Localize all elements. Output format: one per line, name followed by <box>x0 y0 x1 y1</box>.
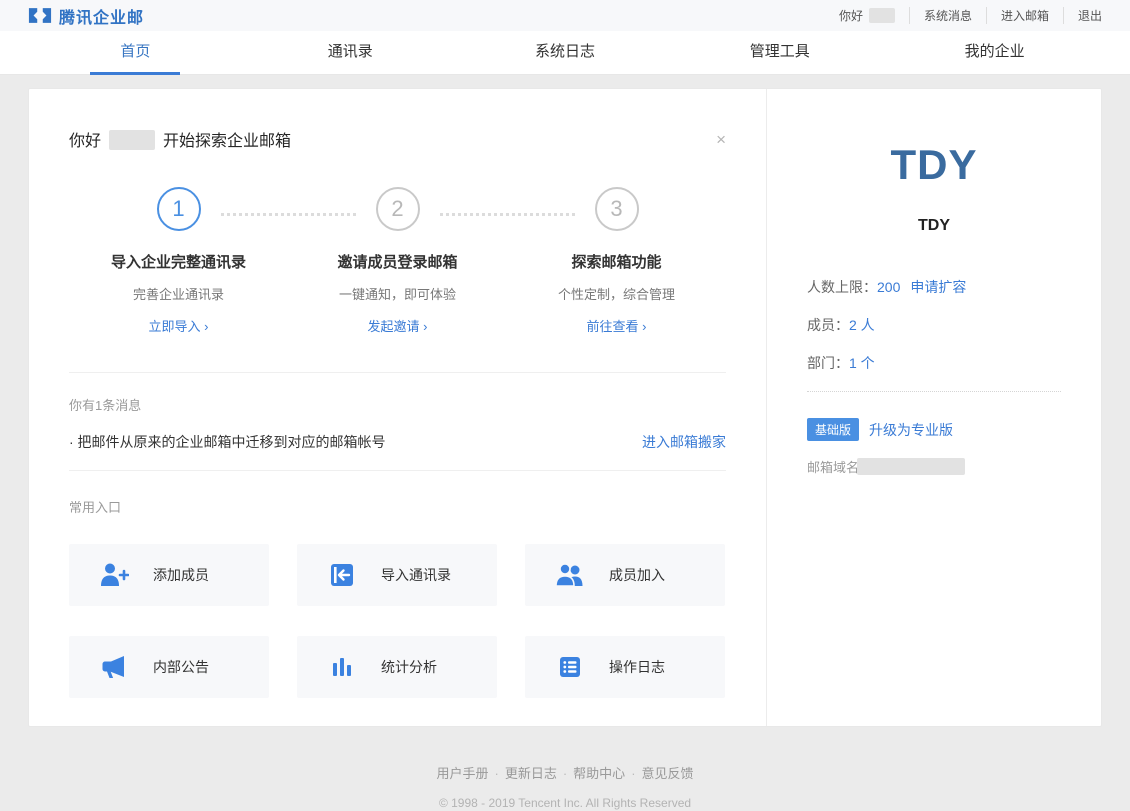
shortcut-label: 内部公告 <box>153 657 209 677</box>
message-row: · 把邮件从原来的企业邮箱中迁移到对应的邮箱帐号 进入邮箱搬家 <box>69 432 726 471</box>
tab-system-logs[interactable]: 系统日志 <box>458 31 673 75</box>
company-stats: 人数上限：200 申请扩容 成员：2 人 部门：1 个 <box>807 277 1061 373</box>
footer-separator: · <box>563 766 567 781</box>
tab-contacts[interactable]: 通讯录 <box>243 31 458 75</box>
system-messages-link[interactable]: 系统消息 <box>909 7 986 24</box>
shortcut-import-contacts[interactable]: 导入通讯录 <box>297 544 497 606</box>
request-expansion-link[interactable]: 申请扩容 <box>910 279 966 295</box>
company-name: TDY <box>807 217 1061 235</box>
step-subtitle: 一键通知，即可体验 <box>288 284 507 303</box>
welcome-title: 你好 开始探索企业邮箱 <box>69 127 291 151</box>
stat-members: 成员：2 人 <box>807 315 1061 335</box>
welcome-greeting: 你好 <box>69 133 101 150</box>
dashboard-card: 你好 开始探索企业邮箱 × 1 导入企业完整通讯录 完善企业通讯录 立即导入 › … <box>28 88 1102 727</box>
statistics-icon <box>327 656 357 678</box>
footer: 用户手册 · 更新日志 · 帮助中心 · 意见反馈 © 1998 - 2019 Tencen… <box>28 763 1102 810</box>
announcement-icon <box>99 655 129 679</box>
help-center-link[interactable]: 帮助中心 <box>573 766 625 781</box>
mailbox-migration-link[interactable]: 进入邮箱搬家 <box>642 432 726 452</box>
stat-value: 1 个 <box>849 355 875 371</box>
enter-mailbox-link[interactable]: 进入邮箱 <box>986 7 1063 24</box>
step-title: 邀请成员登录邮箱 <box>288 251 507 272</box>
messages-header: 你有1条消息 <box>69 395 726 414</box>
changelog-link[interactable]: 更新日志 <box>505 766 557 781</box>
step-number-badge: 2 <box>376 187 420 231</box>
add-member-icon <box>99 563 129 587</box>
stat-value: 2 人 <box>849 317 875 333</box>
step-import-contacts: 1 导入企业完整通讯录 完善企业通讯录 立即导入 › <box>69 187 288 336</box>
shortcut-label: 操作日志 <box>609 657 665 677</box>
stat-departments: 部门：1 个 <box>807 353 1061 373</box>
send-invite-link[interactable]: 发起邀请 › <box>368 316 428 335</box>
stat-label: 部门： <box>807 355 849 371</box>
step-subtitle: 完善企业通讯录 <box>69 284 288 303</box>
stat-member-limit: 人数上限：200 申请扩容 <box>807 277 1061 297</box>
close-icon[interactable]: × <box>716 131 726 148</box>
domain-label: 邮箱域名 <box>807 457 859 476</box>
feedback-link[interactable]: 意见反馈 <box>642 766 694 781</box>
edition-row: 基础版 升级为专业版 <box>807 418 1061 441</box>
logout-link[interactable]: 退出 <box>1063 7 1102 24</box>
shortcut-label: 成员加入 <box>609 565 665 585</box>
step-number-badge: 3 <box>595 187 639 231</box>
copyright: © 1998 - 2019 Tencent Inc. All Rights Re… <box>28 796 1102 810</box>
company-panel: TDY TDY 人数上限：200 申请扩容 成员：2 人 部门：1 个 基础版 升… <box>766 89 1101 726</box>
panel-divider <box>807 391 1061 392</box>
onboarding-steps: 1 导入企业完整通讯录 完善企业通讯录 立即导入 › 2 邀请成员登录邮箱 一键… <box>69 187 726 336</box>
tab-home[interactable]: 首页 <box>28 31 243 75</box>
company-logo-text: TDY <box>807 141 1061 189</box>
redacted-welcome-name <box>109 130 155 150</box>
dashboard-left: 你好 开始探索企业邮箱 × 1 导入企业完整通讯录 完善企业通讯录 立即导入 › … <box>29 89 766 726</box>
tab-my-company[interactable]: 我的企业 <box>887 31 1102 75</box>
footer-separator: · <box>631 766 635 781</box>
main-nav: 首页 通讯录 系统日志 管理工具 我的企业 <box>0 31 1130 75</box>
shortcut-label: 导入通讯录 <box>381 565 451 585</box>
greeting-text: 你好 <box>839 7 863 24</box>
topbar: 腾讯企业邮 你好 系统消息 进入邮箱 退出 <box>0 0 1130 31</box>
redacted-username <box>869 8 895 23</box>
shortcut-announcement[interactable]: 内部公告 <box>69 636 269 698</box>
member-join-icon <box>555 563 585 587</box>
edition-badge: 基础版 <box>807 418 859 441</box>
tab-admin-tools[interactable]: 管理工具 <box>672 31 887 75</box>
redacted-domain <box>857 458 965 475</box>
step-explore-features: 3 探索邮箱功能 个性定制，综合管理 前往查看 › <box>507 187 726 336</box>
footer-separator: · <box>494 766 498 781</box>
section-divider <box>69 372 726 373</box>
logo-text: 腾讯企业邮 <box>59 4 144 28</box>
shortcut-member-join[interactable]: 成员加入 <box>525 544 725 606</box>
message-text: · 把邮件从原来的企业邮箱中迁移到对应的邮箱帐号 <box>69 432 386 452</box>
step-title: 探索邮箱功能 <box>507 251 726 272</box>
stat-label: 人数上限： <box>807 279 877 295</box>
import-contacts-icon <box>327 563 357 587</box>
welcome-banner: 你好 开始探索企业邮箱 × <box>69 89 726 151</box>
operation-log-icon <box>555 656 585 678</box>
stat-label: 成员： <box>807 317 849 333</box>
shortcuts-grid: 添加成员 导入通讯录 <box>69 544 726 698</box>
shortcut-label: 添加成员 <box>153 565 209 585</box>
exmail-logo-icon <box>28 7 52 24</box>
shortcut-add-member[interactable]: 添加成员 <box>69 544 269 606</box>
mail-domain-row: 邮箱域名 <box>807 457 1061 476</box>
shortcut-operation-log[interactable]: 操作日志 <box>525 636 725 698</box>
welcome-suffix: 开始探索企业邮箱 <box>163 133 291 150</box>
upgrade-link[interactable]: 升级为专业版 <box>869 420 953 440</box>
shortcuts-header: 常用入口 <box>69 497 726 516</box>
main-content: 你好 开始探索企业邮箱 × 1 导入企业完整通讯录 完善企业通讯录 立即导入 › … <box>0 75 1130 810</box>
top-links: 你好 系统消息 进入邮箱 退出 <box>839 7 1102 24</box>
shortcut-label: 统计分析 <box>381 657 437 677</box>
footer-links: 用户手册 · 更新日志 · 帮助中心 · 意见反馈 <box>28 763 1102 782</box>
step-title: 导入企业完整通讯录 <box>69 251 288 272</box>
greeting: 你好 <box>839 7 909 24</box>
step-subtitle: 个性定制，综合管理 <box>507 284 726 303</box>
stat-value: 200 <box>877 279 900 295</box>
go-view-link[interactable]: 前往查看 › <box>587 316 647 335</box>
shortcut-statistics[interactable]: 统计分析 <box>297 636 497 698</box>
step-invite-members: 2 邀请成员登录邮箱 一键通知，即可体验 发起邀请 › <box>288 187 507 336</box>
step-number-badge: 1 <box>157 187 201 231</box>
user-manual-link[interactable]: 用户手册 <box>436 766 488 781</box>
import-now-link[interactable]: 立即导入 › <box>149 316 209 335</box>
exmail-logo[interactable]: 腾讯企业邮 <box>28 4 144 28</box>
